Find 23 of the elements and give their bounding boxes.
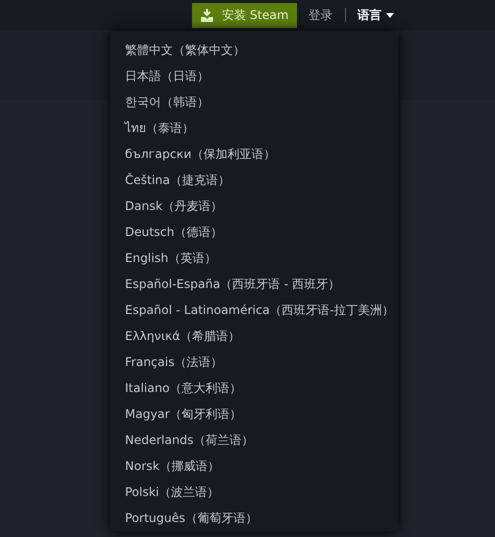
language-option[interactable]: Ελληνικά（希腊语） xyxy=(125,323,383,349)
language-option[interactable]: Dansk（丹麦语） xyxy=(125,193,383,219)
language-option[interactable]: Nederlands（荷兰语） xyxy=(125,427,383,453)
language-menu-button[interactable]: 语言 xyxy=(358,6,394,24)
language-option[interactable]: Norsk（挪威语） xyxy=(125,453,383,479)
language-option[interactable]: Čeština（捷克语） xyxy=(125,167,383,193)
language-option[interactable]: български（保加利亚语） xyxy=(125,141,383,167)
language-option[interactable]: Deutsch（德语） xyxy=(125,219,383,245)
language-option[interactable]: Español-España（西班牙语 - 西班牙） xyxy=(125,271,383,297)
language-option[interactable]: 繁體中文（繁体中文） xyxy=(125,37,383,63)
language-option[interactable]: Português（葡萄牙语） xyxy=(125,505,383,531)
language-option[interactable]: Polski（波兰语） xyxy=(125,479,383,505)
language-option[interactable]: Français（法语） xyxy=(125,349,383,375)
language-option[interactable]: Italiano（意大利语） xyxy=(125,375,383,401)
download-icon xyxy=(200,8,214,22)
install-button[interactable]: 安装 Steam xyxy=(192,2,297,28)
language-option[interactable]: Magyar（匈牙利语） xyxy=(125,401,383,427)
language-option[interactable]: ไทย（泰语） xyxy=(125,115,383,141)
language-option[interactable]: 日本語（日语） xyxy=(125,63,383,89)
language-option[interactable]: English（英语） xyxy=(125,245,383,271)
language-option[interactable]: 한국어（韩语） xyxy=(125,89,383,115)
caret-icon xyxy=(386,12,394,18)
login-link[interactable]: 登录 xyxy=(308,6,333,24)
